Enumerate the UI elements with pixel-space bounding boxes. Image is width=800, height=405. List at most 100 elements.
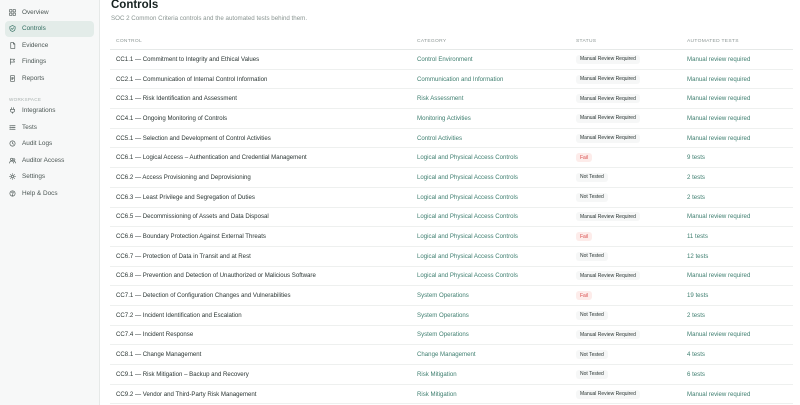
control-name[interactable]: CC6.6 — Boundary Protection Against Exte… [110,233,417,240]
control-name[interactable]: CC3.1 — Risk Identification and Assessme… [110,95,417,102]
category-link[interactable]: Logical and Physical Access Controls [417,154,576,161]
table-row[interactable]: CC5.1 — Selection and Development of Con… [110,129,793,149]
column-header-status[interactable]: STATUS [576,39,687,44]
column-header-control[interactable]: CONTROL [110,39,417,44]
automated-tests-link[interactable]: 4 tests [687,351,793,358]
table-row[interactable]: CC6.1 — Logical Access – Authentication … [110,148,793,169]
automated-tests-link[interactable]: 12 tests [687,253,793,260]
category-link[interactable]: Logical and Physical Access Controls [417,174,576,181]
automated-tests-link[interactable]: Manual review required [687,135,793,142]
category-link[interactable]: Logical and Physical Access Controls [417,233,576,240]
automated-tests-link[interactable]: Manual review required [687,391,793,398]
sidebar-item-settings[interactable]: Settings [5,169,94,186]
column-header-tests[interactable]: AUTOMATED TESTS [687,39,793,44]
automated-tests-link[interactable]: 6 tests [687,371,793,378]
sidebar-item-label: Settings [22,173,46,181]
status-badge: Not Tested [576,172,608,182]
table-row[interactable]: CC6.6 — Boundary Protection Against Exte… [110,227,793,247]
control-name[interactable]: CC2.1 — Communication of Internal Contro… [110,76,417,83]
column-header-category[interactable]: CATEGORY [417,39,576,44]
sidebar-item-auditor-access[interactable]: Auditor Access [5,152,94,169]
category-link[interactable]: Control Environment [417,56,576,63]
table-row[interactable]: CC6.7 — Protection of Data in Transit an… [110,247,793,267]
automated-tests-link[interactable]: Manual review required [687,213,793,220]
category-link[interactable]: Logical and Physical Access Controls [417,213,576,220]
category-link[interactable]: Logical and Physical Access Controls [417,194,576,201]
automated-tests-link[interactable]: 11 tests [687,233,793,240]
automated-tests-link[interactable]: 2 tests [687,194,793,201]
control-name[interactable]: CC7.4 — Incident Response [110,331,417,338]
sidebar-item-findings[interactable]: Findings [5,54,94,71]
status-badge: Manual Review Required [576,133,640,143]
automated-tests-link[interactable]: 19 tests [687,292,793,299]
control-name[interactable]: CC4.1 — Ongoing Monitoring of Controls [110,115,417,122]
category-link[interactable]: Control Activities [417,135,576,142]
automated-tests-link[interactable]: Manual review required [687,95,793,102]
category-link[interactable]: System Operations [417,312,576,319]
automated-tests-link[interactable]: Manual review required [687,115,793,122]
table-row[interactable]: CC8.1 — Change Management Change Manageme… [110,345,793,365]
control-name[interactable]: CC9.2 — Vendor and Third-Party Risk Mana… [110,391,417,398]
control-name[interactable]: CC6.8 — Prevention and Detection of Unau… [110,272,417,279]
table-row[interactable]: CC4.1 — Ongoing Monitoring of Controls Mo… [110,109,793,129]
control-name[interactable]: CC6.5 — Decommissioning of Assets and Da… [110,213,417,220]
table-row[interactable]: CC6.3 — Least Privilege and Segregation … [110,188,793,208]
sidebar-item-integrations[interactable]: Integrations [5,103,94,120]
control-name[interactable]: CC7.1 — Detection of Configuration Chang… [110,292,417,299]
control-name[interactable]: CC7.2 — Incident Identification and Esca… [110,312,417,319]
sidebar-item-controls[interactable]: Controls [5,20,94,37]
control-name[interactable]: CC5.1 — Selection and Development of Con… [110,135,417,142]
status-cell: Manual Review Required [576,133,687,143]
sidebar-item-label: Findings [22,58,47,66]
sidebar-item-audit-logs[interactable]: Audit Logs [5,136,94,153]
category-link[interactable]: Logical and Physical Access Controls [417,253,576,260]
category-link[interactable]: System Operations [417,292,576,299]
table-row[interactable]: CC7.1 — Detection of Configuration Chang… [110,286,793,306]
control-name[interactable]: CC9.1 — Risk Mitigation – Backup and Rec… [110,371,417,378]
sidebar-item-overview[interactable]: Overview [5,4,94,21]
automated-tests-link[interactable]: Manual review required [687,272,793,279]
status-cell: Manual Review Required [576,389,687,399]
automated-tests-link[interactable]: Manual review required [687,56,793,63]
list-icon [9,124,16,131]
sidebar-item-evidence[interactable]: Evidence [5,37,94,54]
table-row[interactable]: CC6.2 — Access Provisioning and Deprovis… [110,168,793,188]
automated-tests-link[interactable]: 2 tests [687,174,793,181]
table-row[interactable]: CC1.1 — Commitment to Integrity and Ethi… [110,50,793,70]
automated-tests-link[interactable]: 9 tests [687,154,793,161]
control-name[interactable]: CC8.1 — Change Management [110,351,417,358]
sidebar-item-help-docs[interactable]: Help & Docs [5,185,94,202]
table-row[interactable]: CC6.5 — Decommissioning of Assets and Da… [110,208,793,228]
category-link[interactable]: Monitoring Activities [417,115,576,122]
category-link[interactable]: Risk Assessment [417,95,576,102]
sidebar-item-tests[interactable]: Tests [5,119,94,136]
control-name[interactable]: CC6.7 — Protection of Data in Transit an… [110,253,417,260]
control-name[interactable]: CC6.3 — Least Privilege and Segregation … [110,194,417,201]
control-name[interactable]: CC6.1 — Logical Access – Authentication … [110,154,417,161]
control-name[interactable]: CC6.2 — Access Provisioning and Deprovis… [110,174,417,181]
status-cell: Not Tested [576,251,687,261]
sidebar-item-label: Controls [22,25,46,33]
automated-tests-link[interactable]: Manual review required [687,76,793,83]
control-name[interactable]: CC1.1 — Commitment to Integrity and Ethi… [110,56,417,63]
status-cell: Not Tested [576,350,687,360]
status-badge: Manual Review Required [576,330,640,340]
table-row[interactable]: CC7.4 — Incident Response System Operatio… [110,326,793,346]
page-subtitle: SOC 2 Common Criteria controls and the a… [111,15,308,22]
table-row[interactable]: CC9.2 — Vendor and Third-Party Risk Mana… [110,385,793,405]
status-badge: Fail [576,291,593,301]
table-row[interactable]: CC3.1 — Risk Identification and Assessme… [110,89,793,110]
table-row[interactable]: CC7.2 — Incident Identification and Esca… [110,306,793,326]
category-link[interactable]: Logical and Physical Access Controls [417,272,576,279]
table-row[interactable]: CC6.8 — Prevention and Detection of Unau… [110,267,793,287]
automated-tests-link[interactable]: 2 tests [687,312,793,319]
category-link[interactable]: Change Management [417,351,576,358]
table-row[interactable]: CC2.1 — Communication of Internal Contro… [110,70,793,90]
automated-tests-link[interactable]: Manual review required [687,331,793,338]
category-link[interactable]: Communication and Information [417,76,576,83]
category-link[interactable]: Risk Mitigation [417,391,576,398]
category-link[interactable]: System Operations [417,331,576,338]
sidebar-item-reports[interactable]: Reports [5,70,94,87]
category-link[interactable]: Risk Mitigation [417,371,576,378]
table-row[interactable]: CC9.1 — Risk Mitigation – Backup and Rec… [110,365,793,385]
